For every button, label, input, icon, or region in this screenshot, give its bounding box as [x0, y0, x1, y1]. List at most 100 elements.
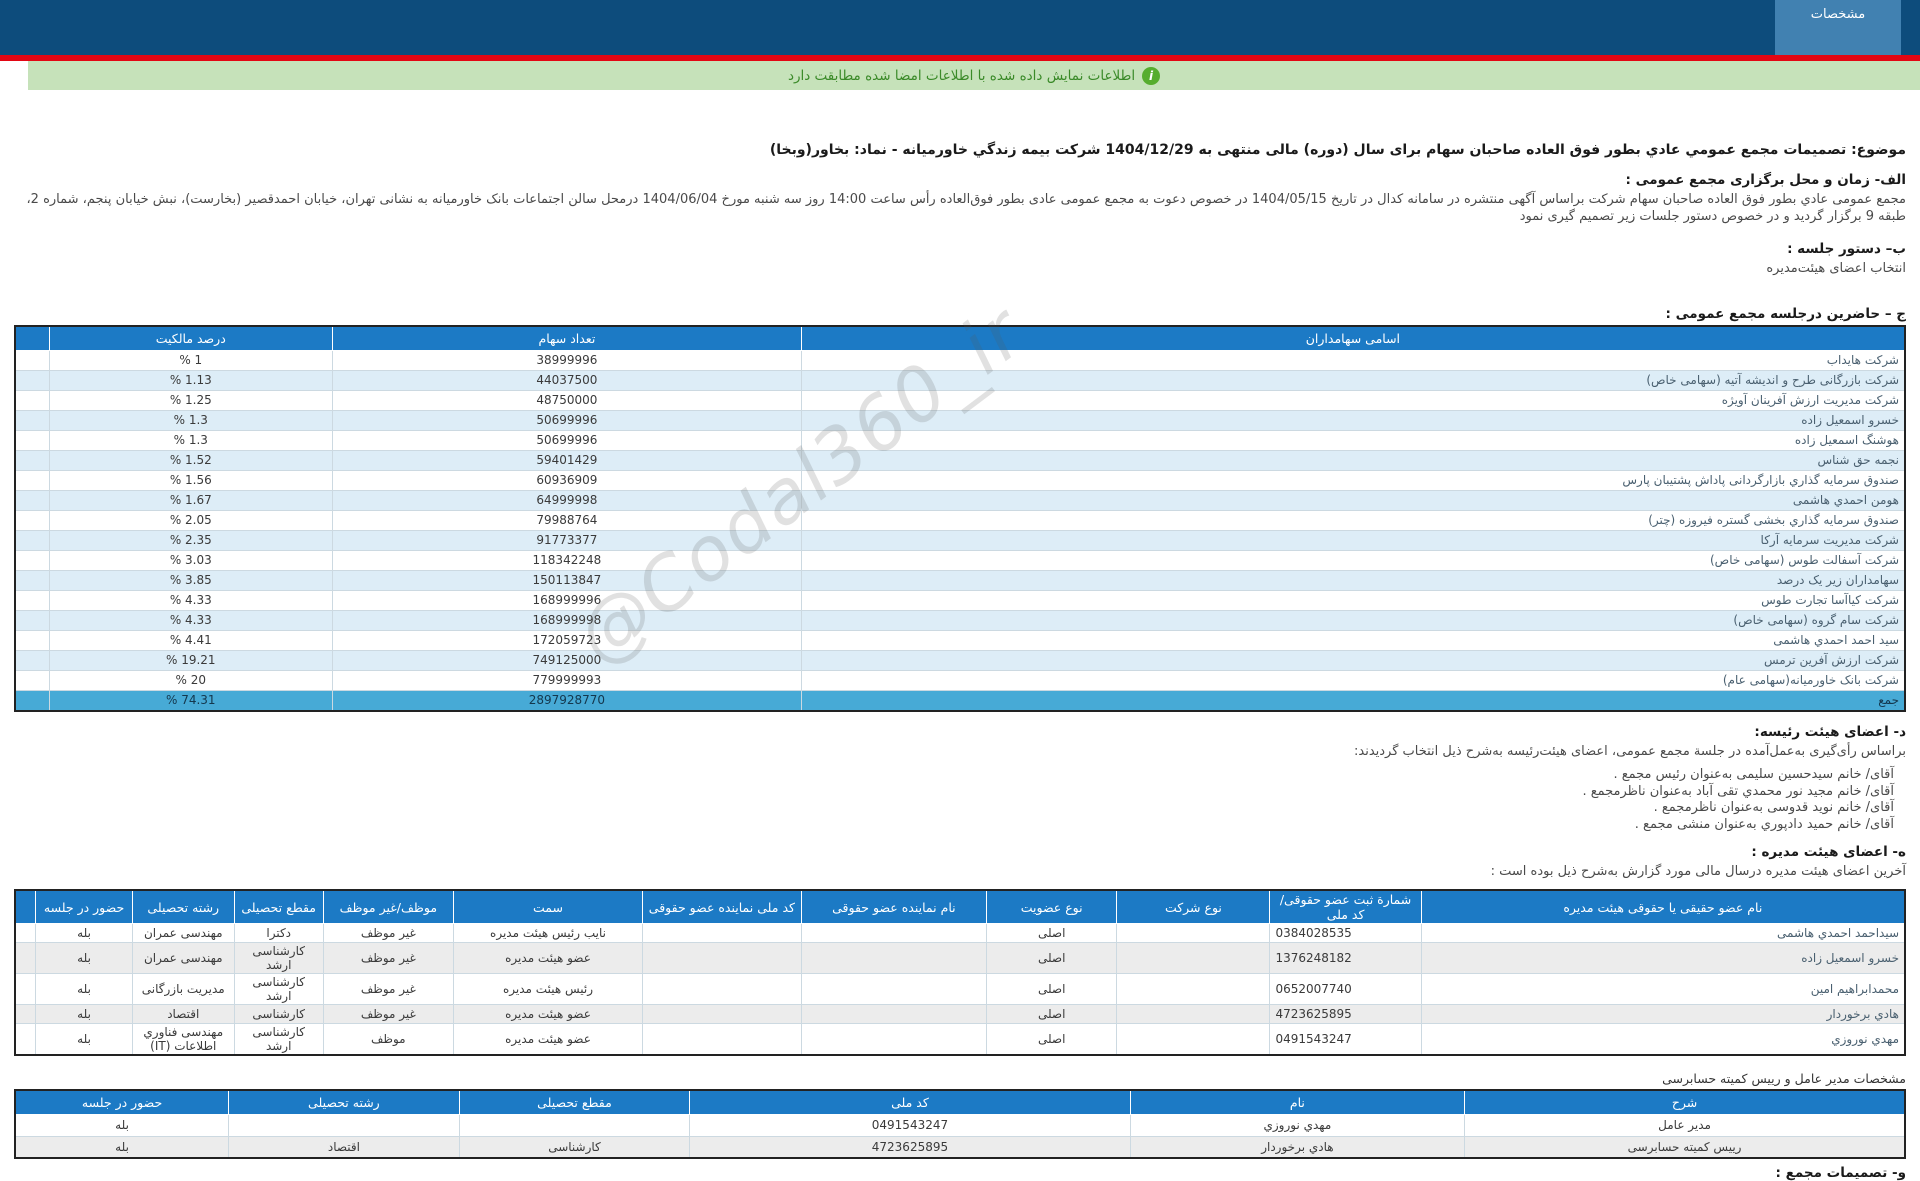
- table-cell: مهندسی فناوري اطلاعات (IT): [131, 1023, 235, 1056]
- table-cell: % 4.33: [48, 609, 334, 631]
- table-row: شرکت ارزش آفرین ترمس 749125000% 19.21: [14, 649, 1906, 671]
- table-cell: % 19.21: [48, 649, 334, 671]
- table-cell: هادي برخوردار: [1129, 1135, 1466, 1159]
- table-cell: کارشناسی ارشد: [233, 1023, 324, 1056]
- table-cell-empty: [14, 389, 50, 411]
- table-cell-empty: [14, 629, 50, 651]
- table-cell: [228, 1113, 460, 1137]
- table-cell: مهندسی عمران: [131, 923, 235, 943]
- col-national-id: کد ملی: [689, 1089, 1131, 1115]
- table-cell: % 3.85: [48, 569, 334, 591]
- table-cell: 50699996: [332, 409, 802, 431]
- table-cell: % 2.35: [48, 529, 334, 551]
- table-cell: شرکت هایداب: [800, 349, 1906, 371]
- table-cell-empty: [14, 609, 50, 631]
- table-cell: 0384028535: [1269, 923, 1422, 943]
- table-cell: [800, 923, 987, 943]
- table-cell-empty: [14, 569, 50, 591]
- col-description: شرح: [1464, 1089, 1906, 1115]
- table-cell: 150113847: [332, 569, 802, 591]
- table-cell: کارشناسی ارشد: [233, 973, 324, 1005]
- table-cell: % 4.33: [48, 589, 334, 611]
- table-cell: % 2.05: [48, 509, 334, 531]
- table-cell: % 1.25: [48, 389, 334, 411]
- table-row: شرکت مدیریت ارزش آفرینان آویژه 48750000% …: [14, 389, 1906, 411]
- table-cell: اقتصاد: [228, 1135, 460, 1159]
- page-content: @Codal360_ir موضوع: تصمیمات مجمع عمومي ع…: [0, 142, 1920, 1181]
- col-empty: [14, 889, 37, 924]
- table-cell: [1116, 1023, 1271, 1056]
- board-members-table: نام عضو حقیقی یا حقوقی هیئت مدیره شمارة …: [14, 889, 1906, 1056]
- table-cell: شرکت آسفالت طوس (سهامی خاص): [800, 549, 1906, 571]
- table-row: شرکت کیاآسا تجارت طوس 168999996% 4.33: [14, 589, 1906, 611]
- table-cell-empty: [14, 669, 50, 691]
- table-cell: اصلی: [985, 923, 1118, 943]
- table-cell: % 1.13: [48, 369, 334, 391]
- table-cell: % 1.67: [48, 489, 334, 511]
- table-row: شرکت مدیریت سرمایه آرکا 91773377% 2.35: [14, 529, 1906, 551]
- table-cell: سهامداران زیر یک درصد: [800, 569, 1906, 591]
- table-cell-empty: [14, 469, 50, 491]
- table-row: خسرو اسمعیل زاده 1376248182 اصلی عضو هیئت م…: [14, 942, 1906, 974]
- section-b-body: انتخاب اعضای هیئت‌مدیره: [1766, 261, 1906, 276]
- table-cell: کارشناسی: [233, 1004, 324, 1024]
- tab-specifications[interactable]: مشخصات: [1775, 0, 1901, 55]
- col-ownership-percent: درصد مالکیت: [48, 325, 334, 351]
- total-percent: % 74.31: [48, 689, 334, 712]
- table-cell: 59401429: [332, 449, 802, 471]
- table-cell: [1116, 1004, 1271, 1024]
- table-cell: محمدابراهیم امین: [1420, 973, 1906, 1005]
- table-row: هوشنگ اسمعیل زاده 50699996% 1.3: [14, 429, 1906, 451]
- table-header-row: اسامی سهامداران تعداد سهام درصد مالکیت: [14, 325, 1906, 351]
- section-e-body: آخرین اعضای هیئت مدیره درسال مالی مورد گ…: [1490, 864, 1906, 879]
- table-cell: شرکت مدیریت ارزش آفرینان آویژه: [800, 389, 1906, 411]
- table-cell-empty: [14, 1004, 37, 1024]
- table-cell: % 1.52: [48, 449, 334, 471]
- signature-notice-bar: i اطلاعات نمایش داده شده با اطلاعات امضا…: [28, 61, 1920, 90]
- table-cell: اصلی: [985, 973, 1118, 1005]
- table-cell: % 1: [48, 349, 334, 371]
- table-cell: رئیس هیئت مدیره: [453, 973, 644, 1005]
- table-cell: نجمه حق شناس: [800, 449, 1906, 471]
- table-cell-empty: [14, 649, 50, 671]
- col-shareholder-names: اسامی سهامداران: [800, 325, 1906, 351]
- table-row: شرکت بانک خاورمیانه(سهامی عام) 779999993%…: [14, 669, 1906, 691]
- table-cell: بله: [14, 1135, 230, 1159]
- table-cell: مدیر عامل: [1464, 1113, 1906, 1137]
- top-header: مشخصات: [0, 0, 1920, 55]
- table-cell: شرکت مدیریت سرمایه آرکا: [800, 529, 1906, 551]
- table-cell: دکترا: [233, 923, 324, 943]
- table-cell: کارشناسی ارشد: [233, 942, 324, 974]
- col-field-of-study: رشته تحصیلی: [131, 889, 235, 924]
- table-cell: 168999998: [332, 609, 802, 631]
- col-company-type: نوع شرکت: [1116, 889, 1271, 924]
- table-cell: % 4.41: [48, 629, 334, 651]
- col-empty: [14, 325, 50, 351]
- table-row: شرکت هایداب 38999996% 1: [14, 349, 1906, 371]
- table-cell: کارشناسی: [458, 1135, 691, 1159]
- table-cell: شرکت بازرگانی طرح و اندیشه آتیه (سهامی خ…: [800, 369, 1906, 391]
- table-cell: سید احمد احمدي هاشمی: [800, 629, 1906, 651]
- table-cell: بله: [35, 1023, 133, 1056]
- table-cell-empty: [14, 923, 37, 943]
- ceo-section-title: مشخصات مدیر عامل و رییس کمیته حسابرسی: [1662, 1071, 1906, 1086]
- member-line: آقای/ خانم مجید نور محمدي تقی آباد به‌عن…: [1582, 783, 1894, 799]
- table-cell: 779999993: [332, 669, 802, 691]
- table-row: سهامداران زیر یک درصد 150113847% 3.85: [14, 569, 1906, 591]
- col-representative-national-id: کد ملی نماینده عضو حقوقی: [642, 889, 802, 924]
- table-cell-empty: [14, 429, 50, 451]
- table-cell: غیر موظف: [322, 923, 455, 943]
- col-executive-status: موظف/غیر موظف: [322, 889, 455, 924]
- table-cell-empty: [14, 973, 37, 1005]
- subject-line: موضوع: تصمیمات مجمع عمومي عادي بطور فوق …: [769, 142, 1906, 158]
- table-cell: خسرو اسمعیل زاده: [800, 409, 1906, 431]
- table-row: صندوق سرمایه گذاري بازارگردانی پاداش پشت…: [14, 469, 1906, 491]
- table-cell: 0491543247: [689, 1113, 1131, 1137]
- table-cell: 1376248182: [1269, 942, 1422, 974]
- table-cell: 4723625895: [689, 1135, 1131, 1159]
- section-c-title: ج – حاضرین درجلسه مجمع عمومی :: [1665, 306, 1906, 322]
- col-membership-type: نوع عضویت: [985, 889, 1118, 924]
- presiding-board-members: آقای/ خانم سیدحسین سلیمی به‌عنوان رئیس م…: [14, 767, 1894, 833]
- col-representative-name: نام نماینده عضو حقوقی: [800, 889, 987, 924]
- col-field-of-study: رشته تحصیلی: [228, 1089, 460, 1115]
